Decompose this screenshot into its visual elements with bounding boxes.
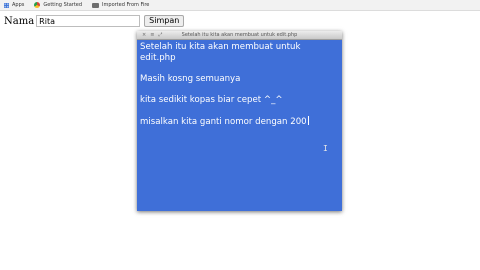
note-line: kita sedikit kopas biar cepet ^_^	[140, 94, 283, 105]
chrome-icon	[34, 2, 41, 8]
note-line-current: misalkan kita ganti nomor dengan 200	[140, 115, 339, 128]
window-controls: × ≡ ⤢	[142, 31, 162, 39]
note-titlebar[interactable]: × ≡ ⤢ Setelah itu kita akan membuat untu…	[137, 31, 342, 40]
bookmark-apps[interactable]: Apps	[4, 2, 24, 8]
note-line: Setelah itu kita akan membuat untuk edit…	[140, 42, 301, 63]
note-line-text: misalkan kita ganti nomor dengan 200	[140, 116, 307, 127]
bookmarks-bar: Apps Getting Started Imported From Fire	[0, 0, 480, 11]
text-caret	[307, 115, 309, 125]
bookmark-imported-from-firefox[interactable]: Imported From Fire	[92, 2, 149, 8]
bookmark-getting-started[interactable]: Getting Started	[34, 2, 82, 8]
resize-icon[interactable]: ⤢	[158, 31, 162, 39]
note-line: Masih kosng semuanya	[140, 73, 241, 84]
simpan-button[interactable]: Simpan	[144, 15, 185, 27]
nama-label: Nama	[4, 15, 35, 27]
bookmark-apps-label: Apps	[12, 2, 25, 8]
sticky-note-window[interactable]: × ≡ ⤢ Setelah itu kita akan membuat untu…	[137, 31, 342, 211]
folder-icon	[92, 2, 100, 8]
apps-icon	[4, 2, 9, 8]
nama-input[interactable]	[36, 15, 141, 27]
menu-icon[interactable]: ≡	[150, 31, 154, 39]
nama-form: Nama Simpan	[4, 15, 185, 27]
note-text-area[interactable]: Setelah itu kita akan membuat untuk edit…	[137, 40, 342, 140]
bookmark-imported-label: Imported From Fire	[102, 2, 150, 8]
close-icon[interactable]: ×	[142, 31, 146, 39]
note-title: Setelah itu kita akan membuat untuk edit…	[181, 32, 298, 38]
ibeam-cursor-icon: I	[323, 144, 328, 153]
bookmark-getting-started-label: Getting Started	[43, 2, 83, 8]
